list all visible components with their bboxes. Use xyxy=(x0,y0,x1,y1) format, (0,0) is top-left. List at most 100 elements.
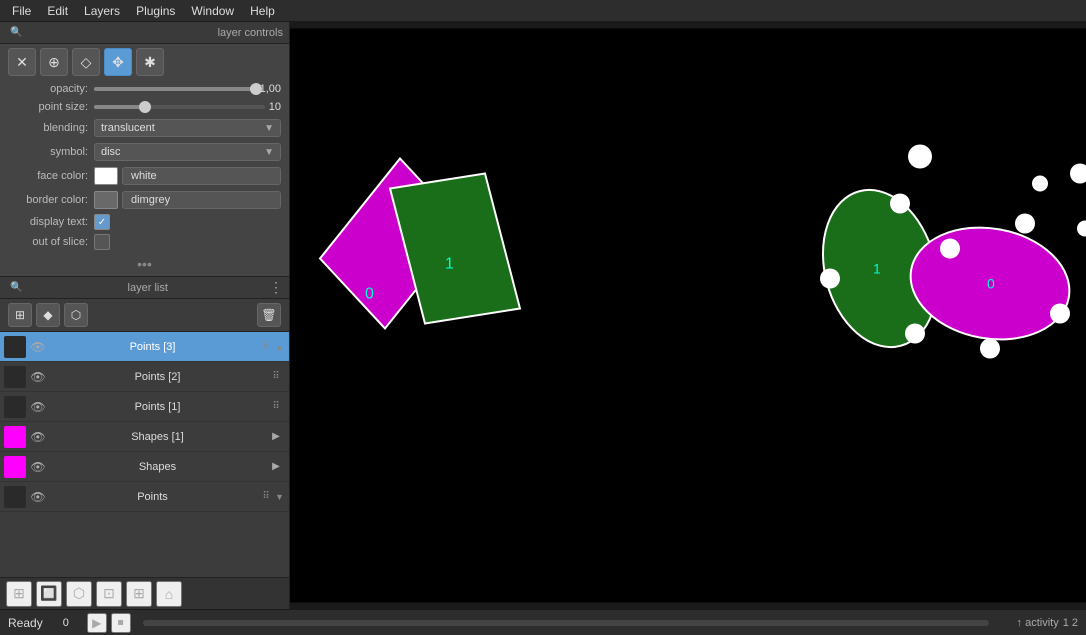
symbol-dropdown[interactable]: disc ▼ xyxy=(94,143,281,161)
border-color-row: border color: dimgrey xyxy=(0,188,289,212)
layer-handle-icon[interactable]: ⠿ xyxy=(267,368,285,386)
blending-dropdown[interactable]: translucent ▼ xyxy=(94,119,281,137)
menu-edit[interactable]: Edit xyxy=(39,2,76,20)
face-color-text: white xyxy=(122,167,281,185)
layer-thumbnail xyxy=(4,486,26,508)
layer-list-search-icon: 🔍 xyxy=(10,282,22,293)
select-button[interactable]: ◇ xyxy=(72,48,100,76)
layer-tool-shape-btn[interactable]: ◆ xyxy=(36,303,60,327)
opacity-slider-thumb[interactable] xyxy=(250,83,262,95)
bottom-shape-btn[interactable]: ⬡ xyxy=(66,581,92,607)
layer-row[interactable]: 👁 Points [2] ⠿ xyxy=(0,362,289,392)
menu-plugins[interactable]: Plugins xyxy=(128,2,183,20)
move-button[interactable]: ✥ xyxy=(104,48,132,76)
blending-row: blending: translucent ▼ xyxy=(0,116,289,140)
statusbar: Ready 0 ▶ ⏹ ↑ activity 1 2 xyxy=(0,609,1086,635)
symbol-row: symbol: disc ▼ xyxy=(0,140,289,164)
canvas-svg: 0 1 1 0 xyxy=(290,22,1086,609)
display-text-checkbox[interactable]: ✓ xyxy=(94,214,110,230)
add-layer-button[interactable]: ⊕ xyxy=(40,48,68,76)
layer-scroll-icon: ▲ xyxy=(275,342,285,352)
layer-thumbnail xyxy=(4,366,26,388)
label-0-left: 0 xyxy=(365,286,374,303)
layer-list-search: 🔍 xyxy=(6,279,26,296)
more-dots[interactable]: ••• xyxy=(0,252,289,276)
bottom-toolbar: ⊞ 🔲 ⬡ ⊡ ⊞ ⌂ xyxy=(0,577,289,609)
layer-row[interactable]: 👁 Points [3] ⠿ ▲ xyxy=(0,332,289,362)
layer-handle-icon[interactable]: ⠿ xyxy=(257,338,275,356)
layer-row[interactable]: 👁 Shapes [1] ▶ xyxy=(0,422,289,452)
menu-window[interactable]: Window xyxy=(183,2,242,20)
activity-label: ↑ activity xyxy=(1017,617,1059,629)
out-of-slice-checkbox[interactable] xyxy=(94,234,110,250)
visibility-icon[interactable]: 👁 xyxy=(28,427,48,447)
face-color-swatch[interactable] xyxy=(94,167,118,185)
bottom-console-btn[interactable]: ⊞ xyxy=(6,581,32,607)
symbol-label: symbol: xyxy=(8,146,88,158)
layer-row[interactable]: 👁 Points ⠿ ▼ xyxy=(0,482,289,512)
point-dot xyxy=(908,145,932,169)
out-of-slice-label: out of slice: xyxy=(8,236,88,248)
menu-file[interactable]: File xyxy=(4,2,39,20)
opacity-slider-container: 1,00 xyxy=(94,83,281,95)
frame-number: 0 xyxy=(63,617,83,629)
layer-handle-icon[interactable]: ⠿ xyxy=(257,488,275,506)
layer-tool-polygon-btn[interactable]: ⬡ xyxy=(64,303,88,327)
status-right: ↑ activity 1 2 xyxy=(1017,617,1078,629)
layer-controls-header: 🔍 layer controls xyxy=(0,22,289,44)
layer-row[interactable]: 👁 Shapes ▶ xyxy=(0,452,289,482)
symbol-value: disc xyxy=(101,146,121,158)
main-area: 🔍 layer controls ✕ ⊕ ◇ ✥ ✱ opacity: xyxy=(0,22,1086,609)
layer-delete-button[interactable]: 🗑 xyxy=(257,303,281,327)
layer-name: Points [1] xyxy=(48,401,267,413)
visibility-icon[interactable]: 👁 xyxy=(28,367,48,387)
layer-scroll-down-icon: ▼ xyxy=(275,492,285,502)
face-color-label: face color: xyxy=(8,170,88,182)
border-color-text: dimgrey xyxy=(122,191,281,209)
border-color-swatch[interactable] xyxy=(94,191,118,209)
visibility-icon[interactable]: 👁 xyxy=(28,397,48,417)
stop-button[interactable]: ⏹ xyxy=(111,613,131,633)
display-text-label: display text: xyxy=(8,216,88,228)
visibility-icon[interactable]: 👁 xyxy=(28,487,48,507)
symbol-arrow-icon: ▼ xyxy=(264,147,274,158)
layer-thumbnail xyxy=(4,336,26,358)
opacity-row: opacity: 1,00 xyxy=(0,80,289,98)
face-color-row: face color: white xyxy=(0,164,289,188)
canvas-area[interactable]: 0 1 1 0 xyxy=(290,22,1086,609)
visibility-icon[interactable]: 👁 xyxy=(28,457,48,477)
layer-arrow-icon: ▶ xyxy=(267,428,285,446)
layer-handle-icon[interactable]: ⠿ xyxy=(267,398,285,416)
point-size-slider-track[interactable] xyxy=(94,105,265,109)
search-bar: 🔍 xyxy=(6,24,26,41)
menu-help[interactable]: Help xyxy=(242,2,283,20)
layer-row[interactable]: 👁 Points [1] ⠿ xyxy=(0,392,289,422)
status-left: Ready xyxy=(8,616,43,630)
bottom-grid-btn[interactable]: ⊡ xyxy=(96,581,122,607)
opacity-label: opacity: xyxy=(8,83,88,95)
face-color-swatch-row: white xyxy=(94,167,281,185)
label-0-right: 0 xyxy=(987,276,995,292)
bottom-home-btn[interactable]: ⌂ xyxy=(156,581,182,607)
visibility-icon[interactable]: 👁 xyxy=(28,337,48,357)
bottom-3d-btn[interactable]: 🔲 xyxy=(36,581,62,607)
transform-button[interactable]: ✱ xyxy=(136,48,164,76)
timeline-bar[interactable] xyxy=(143,620,989,626)
bottom-table-btn[interactable]: ⊞ xyxy=(126,581,152,607)
menu-layers[interactable]: Layers xyxy=(76,2,128,20)
point-dot xyxy=(905,324,925,344)
layer-name: Shapes [1] xyxy=(48,431,267,443)
layer-list-menu-icon[interactable]: ⋮ xyxy=(269,279,283,296)
point-dot xyxy=(1050,304,1070,324)
layer-tool-grid-btn[interactable]: ⊞ xyxy=(8,303,32,327)
close-button[interactable]: ✕ xyxy=(8,48,36,76)
layer-name: Points xyxy=(48,491,257,503)
point-size-slider-container: 10 xyxy=(94,101,281,113)
play-button[interactable]: ▶ xyxy=(87,613,107,633)
opacity-slider-fill xyxy=(94,87,256,91)
layer-list-title: layer list xyxy=(128,282,168,294)
layer-thumbnail xyxy=(4,426,26,448)
point-size-slider-thumb[interactable] xyxy=(139,101,151,113)
layer-arrow-icon: ▶ xyxy=(267,458,285,476)
opacity-slider-track[interactable] xyxy=(94,87,256,91)
